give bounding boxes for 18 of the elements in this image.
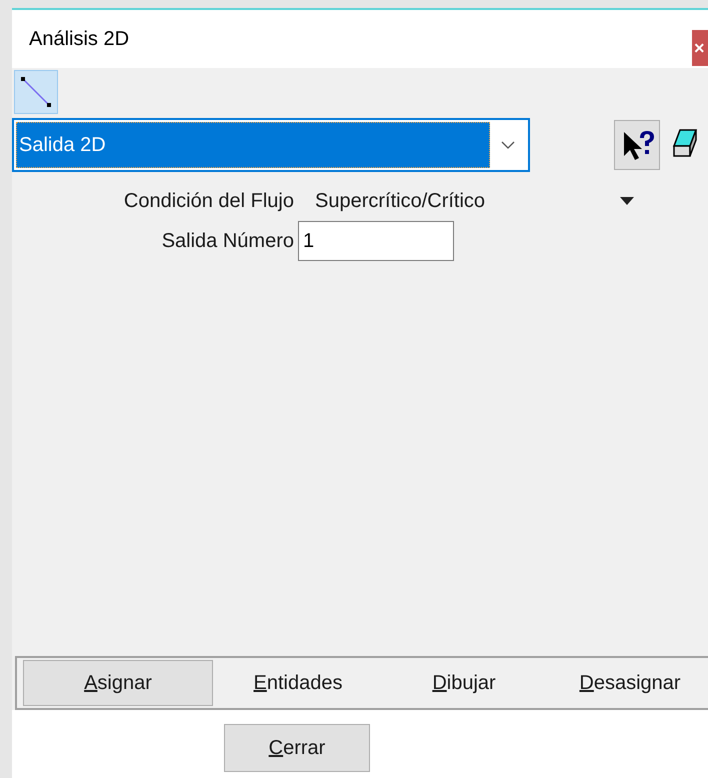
output-type-dropdown[interactable]: Salida 2D bbox=[12, 118, 530, 172]
close-dialog-button[interactable]: Cerrar bbox=[224, 724, 370, 772]
eraser-icon[interactable] bbox=[670, 128, 698, 160]
dropdown-arrow-icon bbox=[620, 197, 634, 205]
action-button[interactable]: Entidades bbox=[217, 660, 379, 706]
help-button[interactable] bbox=[614, 120, 660, 170]
action-button[interactable]: Dibujar bbox=[383, 660, 545, 706]
action-button[interactable]: Asignar bbox=[23, 660, 213, 706]
line-tool-button[interactable] bbox=[14, 70, 58, 114]
flow-condition-dropdown[interactable]: Supercrítico/Crítico bbox=[315, 184, 637, 218]
close-button[interactable]: × bbox=[692, 30, 708, 66]
action-button[interactable]: Desasignar bbox=[549, 660, 708, 706]
number-input-field[interactable]: 1 bbox=[298, 221, 454, 261]
window-title: Análisis 2D bbox=[29, 27, 130, 52]
line-segment-icon bbox=[19, 75, 53, 109]
field-label: Salida Número bbox=[160, 229, 294, 254]
field-label: Condición del Flujo bbox=[122, 189, 294, 214]
chevron-down-icon bbox=[501, 141, 515, 149]
